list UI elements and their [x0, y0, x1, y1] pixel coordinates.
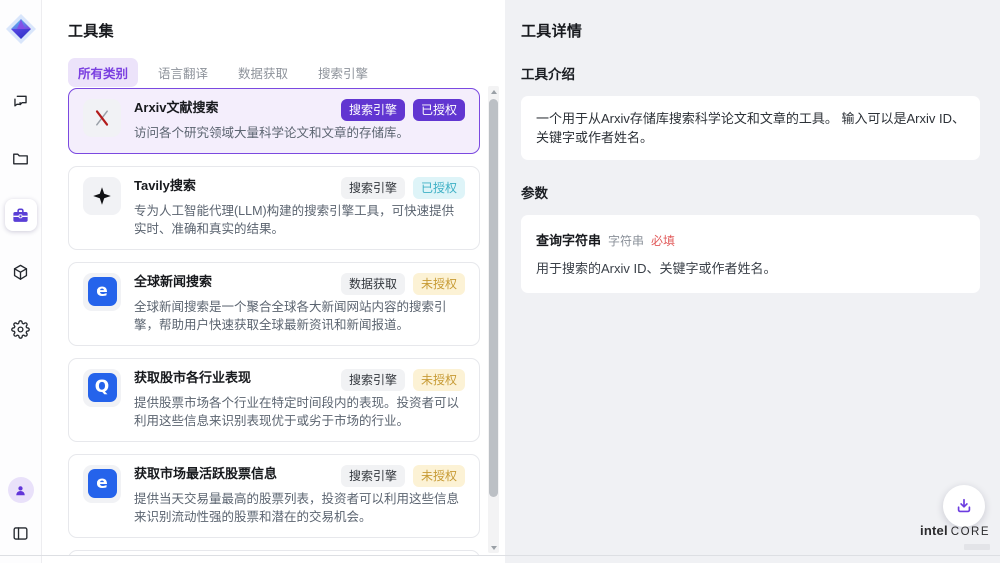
tool-name: Arxiv文献搜索	[134, 99, 219, 117]
auth-badge: 未授权	[413, 273, 465, 295]
tool-name: 获取市场最活跃股票信息	[134, 465, 277, 483]
category-badge: 搜索引擎	[341, 465, 405, 487]
auth-badge: 已授权	[413, 177, 465, 199]
stock-logo-q-icon: Q	[83, 369, 121, 407]
sidebar-item-gear[interactable]	[5, 313, 37, 345]
scrollbar-down-arrow-icon[interactable]	[488, 542, 499, 553]
tool-card-body: 全球新闻搜索 数据获取未授权全球新闻搜索是一个聚合全球各大新闻网站内容的搜索引擎，…	[134, 273, 465, 335]
category-badge: 搜索引擎	[341, 369, 405, 391]
intro-box: 一个用于从Arxiv存储库搜索科学论文和文章的工具。 输入可以是Arxiv ID…	[521, 96, 980, 160]
tool-card[interactable]: e 全球新闻搜索 数据获取未授权全球新闻搜索是一个聚合全球各大新闻网站内容的搜索引擎…	[68, 262, 480, 346]
download-icon	[954, 496, 974, 516]
sidebar-rail	[0, 0, 42, 563]
chat-icon	[11, 92, 30, 111]
news-logo-e-icon: e	[83, 273, 121, 311]
tool-desc: 专为人工智能代理(LLM)构建的搜索引擎工具，可快速提供实时、准确和真实的结果。	[134, 202, 465, 239]
category-badge: 搜索引擎	[341, 99, 405, 121]
param-box: 查询字符串 字符串 必填 用于搜索的Arxiv ID、关键字或作者姓名。	[521, 215, 980, 293]
sidebar-item-chat[interactable]	[5, 85, 37, 117]
folder-icon	[11, 149, 30, 168]
param-desc: 用于搜索的Arxiv ID、关键字或作者姓名。	[536, 258, 965, 277]
user-avatar-button[interactable]	[8, 477, 34, 503]
auth-badge: 未授权	[413, 465, 465, 487]
scrollbar-thumb[interactable]	[489, 99, 498, 497]
page-title: 工具集	[68, 20, 480, 41]
arxiv-icon	[83, 99, 121, 137]
sidebar-item-folder[interactable]	[5, 142, 37, 174]
list-scrollbar[interactable]	[488, 86, 499, 553]
tab-语言翻译[interactable]: 语言翻译	[148, 58, 218, 87]
scrollbar-up-arrow-icon[interactable]	[488, 86, 499, 97]
tool-card-body: 获取市场最活跃股票信息 搜索引擎未授权提供当天交易量最高的股票列表，投资者可以利用…	[134, 465, 465, 527]
sidebar-nav	[5, 85, 37, 345]
tool-desc: 提供当天交易量最高的股票列表，投资者可以利用这些信息来识别流动性强的股票和潜在的…	[134, 490, 465, 527]
tool-name: 全球新闻搜索	[134, 273, 212, 291]
detail-title: 工具详情	[521, 20, 980, 41]
tool-desc: 全球新闻搜索是一个聚合全球各大新闻网站内容的搜索引擎，帮助用户快速获取全球最新资…	[134, 298, 465, 335]
tool-card[interactable]: Q 获取股市各行业表现 搜索引擎未授权提供股票市场各个行业在特定时间段内的表现。投资…	[68, 358, 480, 442]
app-window: 工具集 所有类别语言翻译数据获取搜索引擎 Arxiv文献搜索搜索引擎已授权访问各…	[0, 0, 1000, 563]
app-logo-icon[interactable]	[5, 13, 37, 45]
core-wordmark: CORE	[951, 527, 990, 539]
gear-icon	[11, 320, 30, 339]
tool-desc: 访问各个研究领域大量科学论文和文章的存储库。	[134, 124, 465, 143]
window-bottom-edge	[0, 555, 1000, 556]
category-badge: 搜索引擎	[341, 177, 405, 199]
tool-name: Tavily搜索	[134, 177, 196, 195]
tool-card[interactable]: Tavily搜索 搜索引擎已授权专为人工智能代理(LLM)构建的搜索引擎工具，可快…	[68, 166, 480, 250]
tab-数据获取[interactable]: 数据获取	[228, 58, 298, 87]
tab-所有类别[interactable]: 所有类别	[68, 58, 138, 87]
panel-icon	[11, 524, 30, 543]
sidebar-item-cube[interactable]	[5, 256, 37, 288]
intel-wordmark: intel	[920, 524, 948, 537]
auth-badge: 未授权	[413, 369, 465, 391]
toolbox-icon	[11, 206, 30, 225]
tool-card[interactable]: e 获取市场最活跃股票信息 搜索引擎未授权提供当天交易量最高的股票列表，投资者可以利…	[68, 454, 480, 538]
sidebar-item-panel-toggle[interactable]	[5, 517, 37, 549]
tavily-star-icon	[83, 177, 121, 215]
category-badge: 数据获取	[341, 273, 405, 295]
sidebar-item-toolbox[interactable]	[5, 199, 37, 231]
sidebar-bottom	[5, 477, 37, 549]
intel-core-logo: intel CORE	[920, 524, 990, 555]
tool-desc: 提供股票市场各个行业在特定时间段内的表现。投资者可以利用这些信息来识别表现优于或…	[134, 394, 465, 431]
tab-搜索引擎[interactable]: 搜索引擎	[308, 58, 378, 87]
tool-card[interactable]: Arxiv文献搜索 搜索引擎已授权访问各个研究领域大量科学论文和文章的存储库。	[68, 88, 480, 154]
category-tabs: 所有类别语言翻译数据获取搜索引擎	[68, 58, 480, 87]
user-icon	[13, 483, 28, 498]
param-name: 查询字符串	[536, 230, 601, 249]
intro-heading: 工具介绍	[521, 63, 980, 83]
param-required-badge: 必填	[651, 232, 675, 249]
download-button[interactable]	[943, 485, 985, 527]
tool-card-list: Arxiv文献搜索搜索引擎已授权访问各个研究领域大量科学论文和文章的存储库。Ta…	[68, 88, 480, 555]
tool-card-body: 获取股市各行业表现 搜索引擎未授权提供股票市场各个行业在特定时间段内的表现。投资者…	[134, 369, 465, 431]
param-type: 字符串	[608, 232, 644, 249]
auth-badge: 已授权	[413, 99, 465, 121]
tool-card-body: Arxiv文献搜索 搜索引擎已授权访问各个研究领域大量科学论文和文章的存储库。	[134, 99, 465, 143]
cube-icon	[11, 263, 30, 282]
tool-name: 获取股市各行业表现	[134, 369, 251, 387]
tool-list-panel: 工具集 所有类别语言翻译数据获取搜索引擎 Arxiv文献搜索搜索引擎已授权访问各…	[42, 0, 505, 563]
intro-text: 一个用于从Arxiv存储库搜索科学论文和文章的工具。 输入可以是Arxiv ID…	[536, 109, 965, 147]
params-heading: 参数	[521, 182, 980, 202]
core-series-badge	[964, 544, 990, 550]
tool-detail-panel: 工具详情 工具介绍 一个用于从Arxiv存储库搜索科学论文和文章的工具。 输入可…	[505, 0, 1000, 563]
tool-card-body: Tavily搜索 搜索引擎已授权专为人工智能代理(LLM)构建的搜索引擎工具，可快…	[134, 177, 465, 239]
stock-logo-e-icon: e	[83, 465, 121, 503]
